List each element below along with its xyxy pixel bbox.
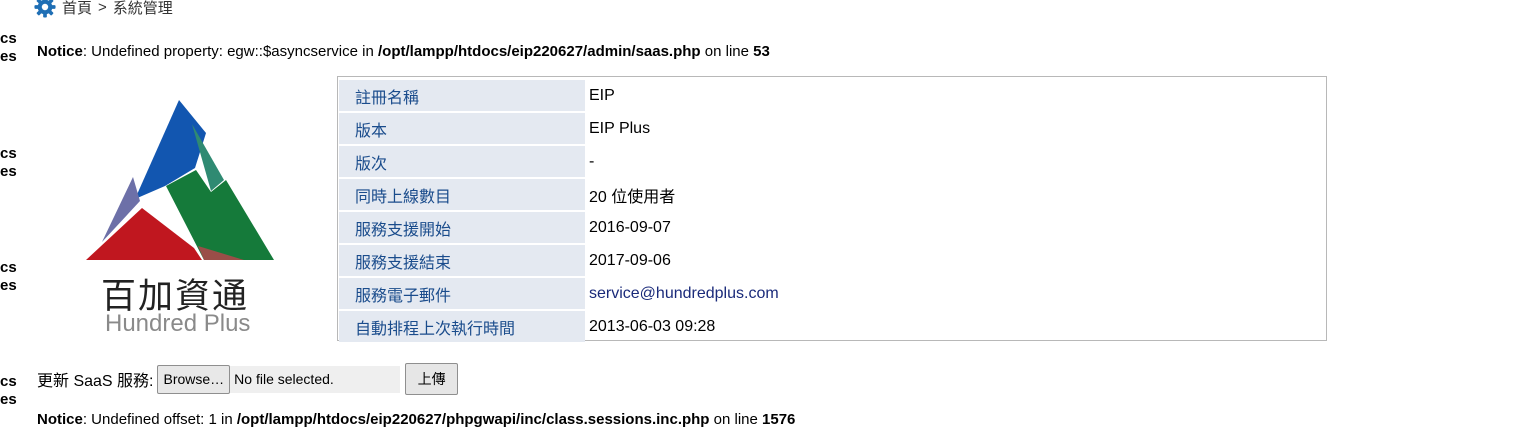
cut-text-3: cs es [0, 259, 17, 294]
table-row: 自動排程上次執行時間 2013-06-03 09:28 [339, 311, 1325, 342]
breadcrumb-current: 系統管理 [112, 0, 173, 17]
row-value: 2013-06-03 09:28 [589, 317, 716, 335]
cut-text-1: cs es [0, 30, 17, 65]
row-key: 服務電子郵件 [339, 278, 585, 309]
table-row: 服務支援開始 2016-09-07 [339, 212, 1325, 243]
upload-button[interactable]: 上傳 [405, 363, 459, 395]
gear-icon [34, 0, 56, 18]
cut-text-4: cs es [0, 373, 17, 408]
cut-text-2: cs es [0, 145, 17, 180]
row-value: EIP [589, 86, 615, 104]
table-row: 版本 EIP Plus [339, 113, 1325, 144]
notice-text: on line [700, 43, 754, 60]
table-row: 註冊名稱 EIP [339, 80, 1325, 111]
row-value: EIP Plus [589, 119, 651, 137]
notice-label: Notice [37, 411, 83, 428]
notice-label: Notice [37, 43, 83, 60]
breadcrumb-home[interactable]: 首頁 [62, 0, 92, 18]
row-key: 服務支援開始 [339, 212, 585, 243]
table-row: 服務支援結束 2017-09-06 [339, 245, 1325, 276]
row-key: 版本 [339, 113, 585, 144]
table-row: 同時上線數目 20 位使用者 [339, 179, 1325, 210]
breadcrumb-separator: > [98, 0, 107, 16]
row-key: 註冊名稱 [339, 80, 585, 111]
notice-text: : Undefined property: egw::$asyncservice… [82, 43, 378, 60]
row-key: 自動排程上次執行時間 [339, 311, 585, 342]
upload-label: 更新 SaaS 服務: [37, 373, 154, 390]
row-key: 服務支援結束 [339, 245, 585, 276]
selected-file-name: No file selected. [230, 365, 401, 393]
breadcrumb: 首頁 > 系統管理 [34, 0, 173, 18]
row-value: 2016-09-07 [589, 218, 671, 236]
saas-info-table: 註冊名稱 EIP 版本 EIP Plus 版次 - 同時上線數目 20 位使用者 服務支… [337, 76, 1327, 342]
row-key: 同時上線數目 [339, 179, 585, 210]
service-email-link[interactable]: service@hundredplus.com [585, 278, 1325, 309]
row-value: 20 位使用者 [589, 188, 676, 206]
logo-english-text: Hundred Plus [105, 310, 251, 337]
php-notice-2: Notice: Undefined offset: 1 in /opt/lamp… [37, 411, 795, 428]
row-value: - [589, 152, 595, 170]
notice-text: : Undefined offset: 1 in [82, 411, 237, 428]
notice-line: 1576 [762, 411, 796, 428]
notice-text: on line [709, 411, 763, 428]
notice-path: /opt/lampp/htdocs/eip220627/phpgwapi/inc… [236, 411, 710, 428]
notice-path: /opt/lampp/htdocs/eip220627/admin/saas.p… [378, 43, 701, 60]
row-key: 版次 [339, 146, 585, 177]
row-value: 2017-09-06 [589, 251, 671, 269]
notice-line: 53 [753, 43, 770, 60]
table-row: 版次 - [339, 146, 1325, 177]
saas-upload-form: 更新 SaaS 服務: Browse… No file selected. 上傳 [37, 363, 459, 395]
php-notice-1: Notice: Undefined property: egw::$asyncs… [37, 43, 770, 60]
table-row: 服務電子郵件 service@hundredplus.com [339, 278, 1325, 309]
browse-button[interactable]: Browse… [157, 364, 231, 394]
